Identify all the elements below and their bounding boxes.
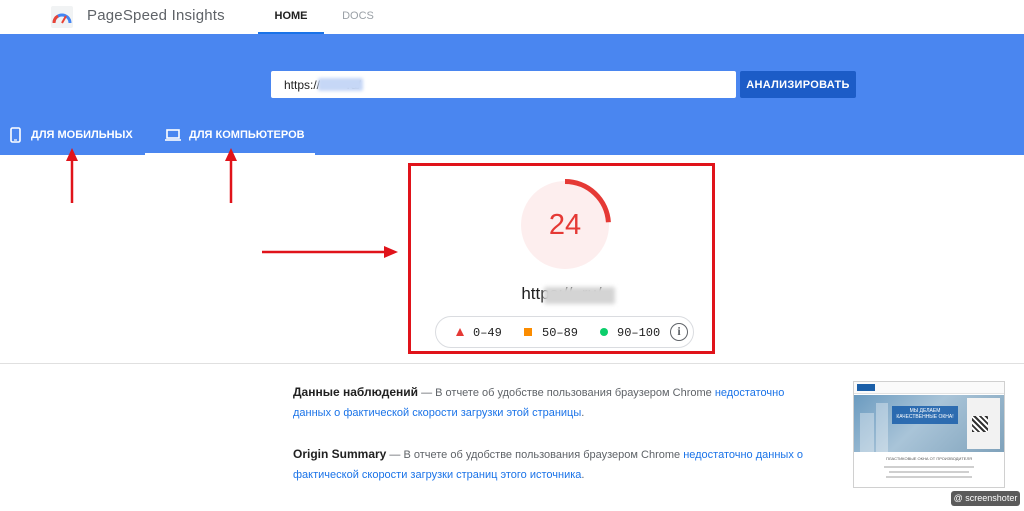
pagespeed-logo-icon [51,6,73,28]
poor-triangle-icon [456,328,464,336]
origin-summary-title: Origin Summary [293,447,387,461]
thumbnail-banner: МЫ ДЕЛАЕМ КАЧЕСТВЕННЫЕ ОКНА! [892,406,958,424]
legend-good: 90–100 [617,326,661,340]
thumbnail-building [860,413,874,452]
good-circle-icon [600,328,608,336]
top-bar: PageSpeed Insights HOME DOCS [0,0,1024,34]
tab-mobile-label: ДЛЯ МОБИЛЬНЫХ [31,129,133,141]
info-icon[interactable]: i [670,323,688,341]
page: PageSpeed Insights HOME DOCS АНАЛИЗИРОВА… [0,0,1024,511]
origin-summary-end: . [581,469,585,481]
thumbnail-hero-image: МЫ ДЕЛАЕМ КАЧЕСТВЕННЫЕ ОКНА! [854,395,1004,452]
nav-tab-docs[interactable]: DOCS [332,0,384,34]
origin-summary-section: Origin Summary — В отчете об удобстве по… [293,444,803,485]
smartphone-icon [10,127,21,143]
thumbnail-logo [857,384,875,391]
section-divider [0,363,1024,364]
thumbnail-text-line [889,471,969,473]
field-data-title: Данные наблюдений [293,385,419,399]
thumbnail-qr-code [972,416,988,432]
search-hero: АНАЛИЗИРОВАТЬ ДЛЯ МОБИЛЬНЫХ ДЛЯ КОМПЬЮТЕ… [0,34,1024,155]
nav-tab-home[interactable]: HOME [258,0,324,34]
url-redaction [318,78,363,91]
thumbnail-caption: ПЛАСТИКОВЫЕ ОКНА ОТ ПРОИЗВОДИТЕЛЯ [886,456,972,461]
app-title: PageSpeed Insights [87,7,225,24]
screenshoter-watermark: @ screenshoter [951,491,1020,506]
field-data-end: . [581,407,585,419]
analyze-button[interactable]: АНАЛИЗИРОВАТЬ [740,71,856,98]
legend-average: 50–89 [542,326,579,340]
thumbnail-building [876,403,888,452]
annotation-arrow-mobile [66,148,78,203]
score-highlight-box: 24 https:// .ru/ 0–49 50–89 90–100 i [408,163,715,354]
thumbnail-text-line [884,466,974,468]
annotation-arrow-desktop [225,148,237,203]
legend-poor: 0–49 [473,326,502,340]
tested-url-redaction [544,287,615,304]
tab-desktop-label: ДЛЯ КОМПЬЮТЕРОВ [189,129,305,141]
field-data-text: — В отчете об удобстве пользования брауз… [421,387,715,399]
origin-summary-text: — В отчете об удобстве пользования брауз… [389,449,684,461]
field-data-section: Данные наблюдений — В отчете об удобстве… [293,382,803,423]
annotation-arrow-score [262,246,398,258]
laptop-icon [165,129,181,141]
performance-score: 24 [548,209,582,241]
thumbnail-header [854,382,1004,394]
average-square-icon [524,328,532,336]
thumbnail-text-line [886,476,972,478]
page-screenshot-thumbnail: МЫ ДЕЛАЕМ КАЧЕСТВЕННЫЕ ОКНА! ПЛАСТИКОВЫЕ… [853,381,1005,488]
score-legend: 0–49 50–89 90–100 i [435,316,694,348]
